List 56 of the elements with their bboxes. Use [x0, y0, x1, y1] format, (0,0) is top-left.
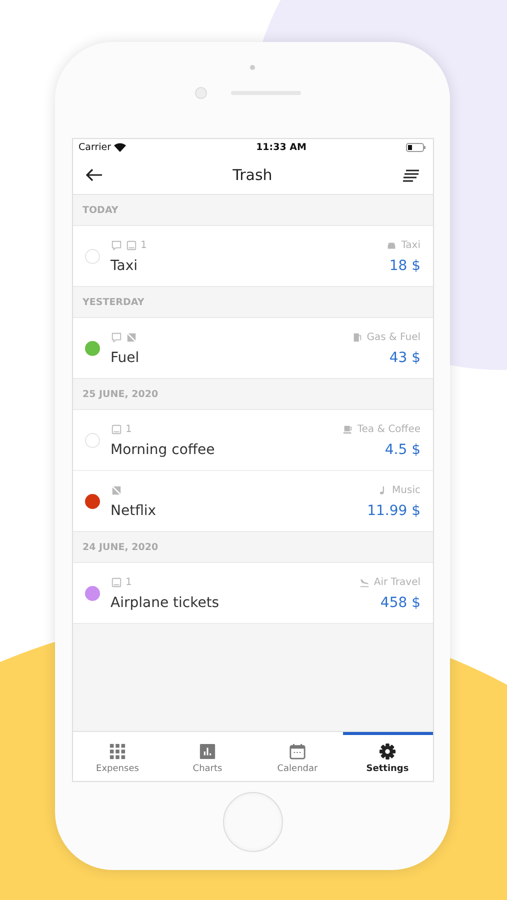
battery-icon [406, 143, 426, 152]
expense-name: Airplane tickets [110, 594, 220, 610]
category-label: Tea & Coffee [357, 424, 420, 434]
expense-amount: 4.5 $ [384, 442, 420, 458]
expense-row[interactable]: 1 Tea & Coffee Morning coffee 4.5 $ [72, 410, 432, 470]
cup-icon [342, 424, 354, 434]
screen-title: Trash [232, 166, 272, 184]
category-label: Gas & Fuel [366, 332, 420, 342]
color-dot [84, 432, 100, 448]
plane-icon [358, 576, 370, 588]
carrier-label: Carrier [78, 142, 111, 153]
expense-row[interactable]: Music Netflix 11.99 $ [72, 470, 432, 531]
comment-icon [110, 240, 122, 250]
category-label: Taxi [401, 240, 420, 250]
settings-icon [379, 742, 396, 760]
sensor-dot [250, 65, 255, 70]
expense-row[interactable]: 1 Air Travel Airplane tickets 458 $ [72, 563, 432, 623]
image-icon [110, 424, 122, 434]
attachment-count: 1 [126, 576, 132, 588]
fuel-pump-icon [352, 332, 363, 342]
image-icon [110, 576, 122, 588]
expense-amount: 458 $ [380, 594, 420, 610]
section-header: YESTERDAY [82, 296, 146, 310]
tab-button[interactable]: Settings [342, 732, 432, 781]
section-header: 25 JUNE, 2020 [82, 388, 160, 402]
camera-lens [194, 87, 206, 99]
expense-name: Fuel [110, 350, 140, 366]
comment-icon [110, 332, 122, 342]
section-header: 24 JUNE, 2020 [82, 540, 160, 554]
wifi-icon [114, 143, 126, 152]
calendar-icon [289, 742, 306, 760]
expense-row[interactable]: Gas & Fuel Fuel 43 $ [72, 318, 432, 378]
expense-amount: 18 $ [389, 258, 420, 274]
tab-button[interactable]: Charts [162, 732, 252, 781]
category-label: Air Travel [374, 576, 420, 588]
color-dot [84, 248, 100, 264]
sort-icon[interactable] [402, 168, 420, 182]
image-icon [126, 240, 136, 250]
attachment-count: 1 [126, 424, 132, 434]
category-label: Music [392, 484, 420, 496]
attachment-count: 1 [140, 240, 147, 250]
back-arrow-icon[interactable] [84, 168, 102, 182]
expense-name: Netflix [110, 502, 156, 518]
bar-chart-icon [199, 742, 216, 760]
clock-time: 11:33 AM [256, 142, 306, 153]
expense-name: Morning coffee [110, 442, 215, 458]
expense-amount: 11.99 $ [367, 502, 420, 518]
no-image-icon [110, 484, 122, 496]
tab-button[interactable]: Expenses [72, 732, 162, 781]
grid-icon [109, 742, 126, 760]
expense-amount: 43 $ [389, 350, 420, 366]
no-image-icon [126, 332, 136, 342]
expense-row[interactable]: 1 Taxi Taxi 18 $ [72, 226, 432, 286]
section-header: TODAY [82, 204, 120, 218]
expense-name: Taxi [110, 258, 138, 274]
tab-button[interactable]: Calendar [252, 732, 342, 781]
